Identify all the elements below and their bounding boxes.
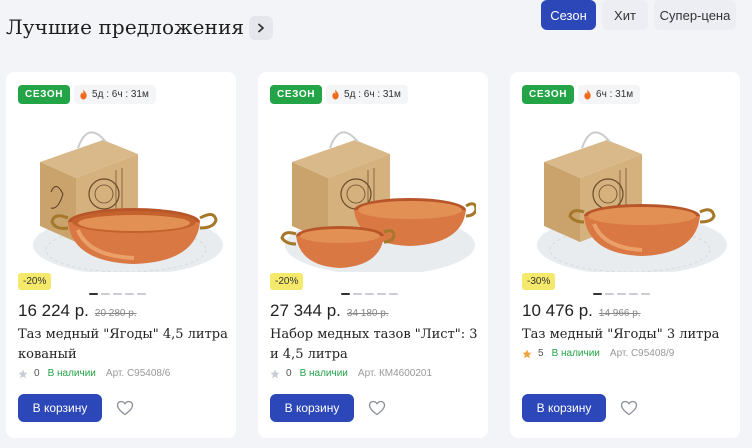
timer-badge: 6ч : 31м <box>578 85 641 104</box>
star-icon <box>18 369 28 378</box>
pagination-dot[interactable] <box>341 293 350 295</box>
article-number: Арт. С95408/9 <box>609 348 675 359</box>
star-icon <box>270 369 280 378</box>
pagination-dot[interactable] <box>617 293 626 295</box>
chevron-right-icon <box>258 23 264 33</box>
heart-icon[interactable] <box>620 399 638 417</box>
discount-badge: -20% <box>18 273 52 290</box>
timer-badge: 5д : 6ч : 31м <box>326 85 408 104</box>
star-icon <box>522 349 532 358</box>
fire-icon <box>332 89 339 100</box>
discount-badge: -20% <box>270 273 304 290</box>
stock-status: В наличии <box>551 348 600 359</box>
product-meta: 0 В наличии Арт. КМ4600201 <box>270 368 432 379</box>
section-header: Лучшие предложения Сезон Хит Супер-цена <box>0 0 752 60</box>
product-card[interactable]: СЕЗОН 5д : 6ч : 31м -20% 27 344 р. 34 18… <box>258 72 488 438</box>
add-to-cart-button[interactable]: В корзину <box>270 394 354 422</box>
pagination-dot[interactable] <box>629 293 638 295</box>
price: 27 344 р. <box>270 301 341 320</box>
product-card[interactable]: СЕЗОН 6ч : 31м -30% 10 476 р. 14 966 р. … <box>510 72 740 438</box>
pagination-dot[interactable] <box>605 293 614 295</box>
price: 10 476 р. <box>522 301 593 320</box>
pagination-dot[interactable] <box>101 293 110 295</box>
old-price: 20 280 р. <box>94 308 137 319</box>
product-name[interactable]: Набор медных тазов "Лист": 3 и 4,5 литра <box>270 325 480 365</box>
article-number: Арт. С95408/6 <box>105 368 171 379</box>
pagination-dot[interactable] <box>641 293 650 295</box>
pagination-dot[interactable] <box>377 293 386 295</box>
old-price: 14 966 р. <box>598 308 641 319</box>
product-name[interactable]: Таз медный "Ягоды" 4,5 литра кованый <box>18 325 228 365</box>
pagination-dot[interactable] <box>125 293 134 295</box>
stock-status: В наличии <box>299 368 348 379</box>
stock-status: В наличии <box>47 368 96 379</box>
product-image[interactable] <box>522 110 728 272</box>
timer-text: 6ч : 31м <box>596 89 634 100</box>
image-pagination[interactable] <box>89 293 146 295</box>
tab-hit[interactable]: Хит <box>602 0 648 30</box>
rating-count: 5 <box>538 348 544 359</box>
pagination-dot[interactable] <box>593 293 602 295</box>
pagination-dot[interactable] <box>113 293 122 295</box>
fire-icon <box>584 89 591 100</box>
season-badge: СЕЗОН <box>522 85 575 104</box>
fire-icon <box>80 89 87 100</box>
pagination-dot[interactable] <box>353 293 362 295</box>
article-number: Арт. КМ4600201 <box>357 368 433 379</box>
product-image[interactable] <box>270 110 476 272</box>
timer-badge: 5д : 6ч : 31м <box>74 85 156 104</box>
product-name[interactable]: Таз медный "Ягоды" 3 литра <box>522 325 732 345</box>
product-meta: 5 В наличии Арт. С95408/9 <box>522 348 674 359</box>
pagination-dot[interactable] <box>389 293 398 295</box>
old-price: 34 180 р. <box>346 308 389 319</box>
heart-icon[interactable] <box>368 399 386 417</box>
image-pagination[interactable] <box>341 293 398 295</box>
section-title: Лучшие предложения <box>6 15 245 39</box>
tab-super-price[interactable]: Супер-цена <box>654 0 736 30</box>
add-to-cart-button[interactable]: В корзину <box>522 394 606 422</box>
pagination-dot[interactable] <box>89 293 98 295</box>
rating-count: 0 <box>34 368 40 379</box>
product-image[interactable] <box>18 110 224 272</box>
pagination-dot[interactable] <box>137 293 146 295</box>
pagination-dot[interactable] <box>365 293 374 295</box>
season-badge: СЕЗОН <box>270 85 323 104</box>
timer-text: 5д : 6ч : 31м <box>92 89 149 100</box>
discount-badge: -30% <box>522 273 556 290</box>
product-card[interactable]: СЕЗОН 5д : 6ч : 31м -20% 16 224 р. 20 28… <box>6 72 236 438</box>
price: 16 224 р. <box>18 301 89 320</box>
timer-text: 5д : 6ч : 31м <box>344 89 401 100</box>
add-to-cart-button[interactable]: В корзину <box>18 394 102 422</box>
image-pagination[interactable] <box>593 293 650 295</box>
product-meta: 0 В наличии Арт. С95408/6 <box>18 368 170 379</box>
season-badge: СЕЗОН <box>18 85 71 104</box>
tab-season[interactable]: Сезон <box>541 0 596 30</box>
rating-count: 0 <box>286 368 292 379</box>
next-arrow-button[interactable] <box>249 16 273 40</box>
heart-icon[interactable] <box>116 399 134 417</box>
